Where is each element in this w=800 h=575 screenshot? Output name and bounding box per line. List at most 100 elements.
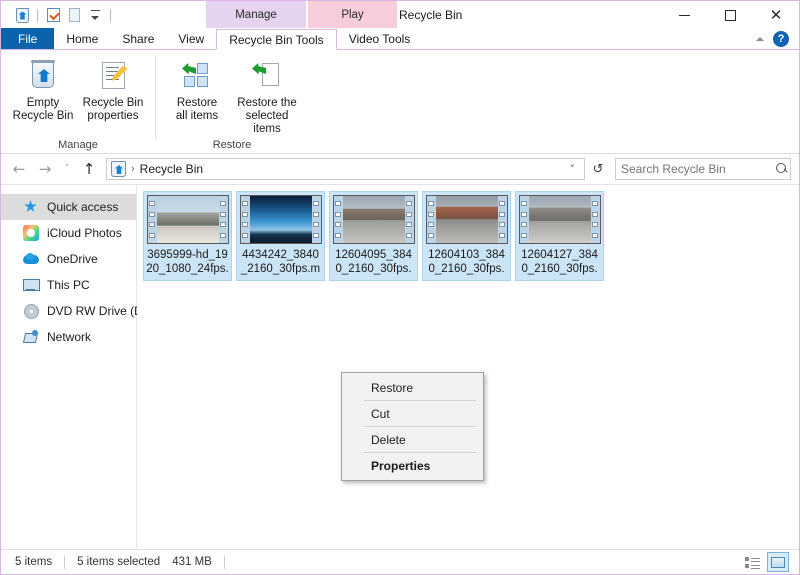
- file-thumbnail: [239, 195, 322, 244]
- qat-properties-icon[interactable]: [44, 6, 62, 24]
- tab-home[interactable]: Home: [54, 28, 110, 49]
- file-item[interactable]: 12604103_3840_2160_30fps.mp4: [422, 191, 511, 281]
- sidebar-item-quick-access[interactable]: Quick access: [1, 194, 136, 220]
- window-title: Recycle Bin: [399, 7, 463, 22]
- status-item-count: 5 items: [15, 556, 53, 568]
- address-bar: ← → ˅ ↑ › Recycle Bin ˅ ↺: [1, 154, 799, 184]
- breadcrumb-separator: ›: [131, 163, 135, 175]
- address-field[interactable]: › Recycle Bin ˅: [106, 158, 585, 180]
- contextual-header-play[interactable]: Play: [308, 1, 397, 28]
- recent-locations-button[interactable]: ˅: [59, 157, 75, 181]
- back-button[interactable]: ←: [7, 157, 31, 181]
- tab-share[interactable]: Share: [110, 28, 166, 49]
- chevron-down-icon[interactable]: ˅: [565, 163, 581, 176]
- view-toggle-group: [741, 552, 795, 572]
- search-box[interactable]: [615, 158, 791, 180]
- file-list-pane[interactable]: 3695999-hd_1920_1080_24fps.mp4 4434242_3…: [137, 185, 799, 549]
- network-icon: [23, 329, 39, 345]
- qat-divider-2: [110, 8, 111, 22]
- dvd-drive-icon: [23, 303, 39, 319]
- context-menu-item-delete[interactable]: Delete: [342, 427, 483, 452]
- file-thumbnail: [332, 195, 415, 244]
- navigation-pane: Quick access iCloud Photos OneDrive This…: [1, 185, 150, 549]
- recycle-bin-icon: [111, 161, 126, 177]
- file-thumbnail: [425, 195, 508, 244]
- quick-access-toolbar: [1, 1, 114, 29]
- close-icon: ✕: [769, 5, 783, 24]
- file-item[interactable]: 4434242_3840_2160_30fps.mp4: [236, 191, 325, 281]
- window-controls: ✕: [661, 1, 799, 29]
- file-item[interactable]: 12604095_3840_2160_30fps.mp4: [329, 191, 418, 281]
- sidebar-item-this-pc[interactable]: This PC: [1, 272, 136, 298]
- file-thumbnail: [518, 195, 601, 244]
- sidebar-item-label: This PC: [47, 278, 90, 292]
- restore-all-items-label: Restore all items: [175, 97, 219, 122]
- refresh-button[interactable]: ↺: [587, 158, 609, 180]
- tab-video-tools[interactable]: Video Tools: [337, 28, 423, 49]
- file-name: 12604127_3840_2160_30fps.mp4: [521, 249, 598, 275]
- help-icon[interactable]: ?: [773, 30, 789, 47]
- title-bar: Manage Play Recycle Bin ✕: [1, 1, 799, 29]
- sidebar-item-label: Network: [47, 330, 92, 344]
- contextual-header-manage[interactable]: Manage: [206, 1, 306, 28]
- recycle-bin-properties-icon: [96, 59, 130, 91]
- sidebar-item-onedrive[interactable]: OneDrive: [1, 246, 136, 272]
- ribbon-group-title-restore: Restore: [212, 139, 252, 151]
- restore-all-items-button[interactable]: Restore all items: [163, 56, 231, 123]
- pin-icon: [23, 199, 39, 215]
- onedrive-icon: [23, 251, 39, 267]
- sidebar-item-label: DVD RW Drive (D:): [47, 304, 151, 318]
- file-name: 4434242_3840_2160_30fps.mp4: [240, 249, 321, 275]
- empty-recycle-bin-icon: [26, 59, 60, 91]
- ribbon-group-restore: Restore all items Restore the selected i…: [155, 50, 309, 154]
- status-divider-2: [223, 555, 225, 569]
- details-view-button[interactable]: [741, 552, 763, 572]
- breadcrumb-recycle-bin[interactable]: Recycle Bin: [140, 162, 203, 176]
- chevron-up-icon[interactable]: [756, 36, 764, 41]
- close-button[interactable]: ✕: [753, 1, 799, 29]
- tab-file[interactable]: File: [1, 28, 55, 49]
- context-menu: Restore Cut Delete Properties: [341, 372, 484, 481]
- sidebar-item-label: iCloud Photos: [47, 226, 122, 240]
- ribbon: Empty Recycle Bin Recycle Bin properties…: [1, 50, 799, 154]
- up-button[interactable]: ↑: [77, 157, 101, 181]
- empty-recycle-bin-button[interactable]: Empty Recycle Bin: [9, 56, 77, 123]
- file-thumbnail: [146, 195, 229, 244]
- sidebar-item-dvd-drive[interactable]: DVD RW Drive (D:): [1, 298, 150, 324]
- contextual-tab-headers: Manage Play: [206, 1, 397, 28]
- file-item[interactable]: 12604127_3840_2160_30fps.mp4: [515, 191, 604, 281]
- qat-new-folder-icon[interactable]: [65, 6, 83, 24]
- large-icons-view-icon: [771, 556, 785, 568]
- ribbon-tab-bar-right: ?: [756, 28, 799, 49]
- context-menu-item-properties[interactable]: Properties: [342, 453, 483, 478]
- recycle-bin-properties-button[interactable]: Recycle Bin properties: [79, 56, 147, 123]
- forward-button[interactable]: →: [33, 157, 57, 181]
- details-view-icon: [744, 556, 760, 568]
- tab-view[interactable]: View: [166, 28, 216, 49]
- sidebar-item-network[interactable]: Network: [1, 324, 136, 350]
- context-menu-item-cut[interactable]: Cut: [342, 401, 483, 426]
- qat-customize-caret-icon[interactable]: [86, 6, 104, 24]
- maximize-button[interactable]: [707, 1, 753, 29]
- sidebar-item-icloud-photos[interactable]: iCloud Photos: [1, 220, 136, 246]
- search-icon[interactable]: [776, 163, 788, 175]
- large-icons-view-button[interactable]: [767, 552, 789, 572]
- file-name: 3695999-hd_1920_1080_24fps.mp4: [146, 249, 229, 275]
- qat-recycle-bin-icon[interactable]: [13, 6, 31, 24]
- ribbon-group-title-manage: Manage: [58, 139, 98, 151]
- explorer-window: Manage Play Recycle Bin ✕ File Home Shar…: [0, 0, 800, 575]
- ribbon-tab-bar: File Home Share View Recycle Bin Tools V…: [1, 28, 799, 50]
- minimize-button[interactable]: [661, 1, 707, 29]
- explorer-body: Quick access iCloud Photos OneDrive This…: [1, 184, 799, 549]
- file-tiles: 3695999-hd_1920_1080_24fps.mp4 4434242_3…: [141, 191, 799, 281]
- context-menu-item-restore[interactable]: Restore: [342, 375, 483, 400]
- restore-selected-items-label: Restore the selected items: [237, 97, 297, 135]
- sidebar-item-label: OneDrive: [47, 252, 98, 266]
- search-input[interactable]: [621, 162, 776, 176]
- empty-recycle-bin-label: Empty Recycle Bin: [12, 97, 74, 122]
- tab-recycle-bin-tools[interactable]: Recycle Bin Tools: [216, 29, 337, 50]
- status-size: 431 MB: [172, 556, 212, 568]
- restore-selected-items-button[interactable]: Restore the selected items: [233, 56, 301, 136]
- file-item[interactable]: 3695999-hd_1920_1080_24fps.mp4: [143, 191, 232, 281]
- status-bar: 5 items 5 items selected 431 MB: [1, 549, 799, 574]
